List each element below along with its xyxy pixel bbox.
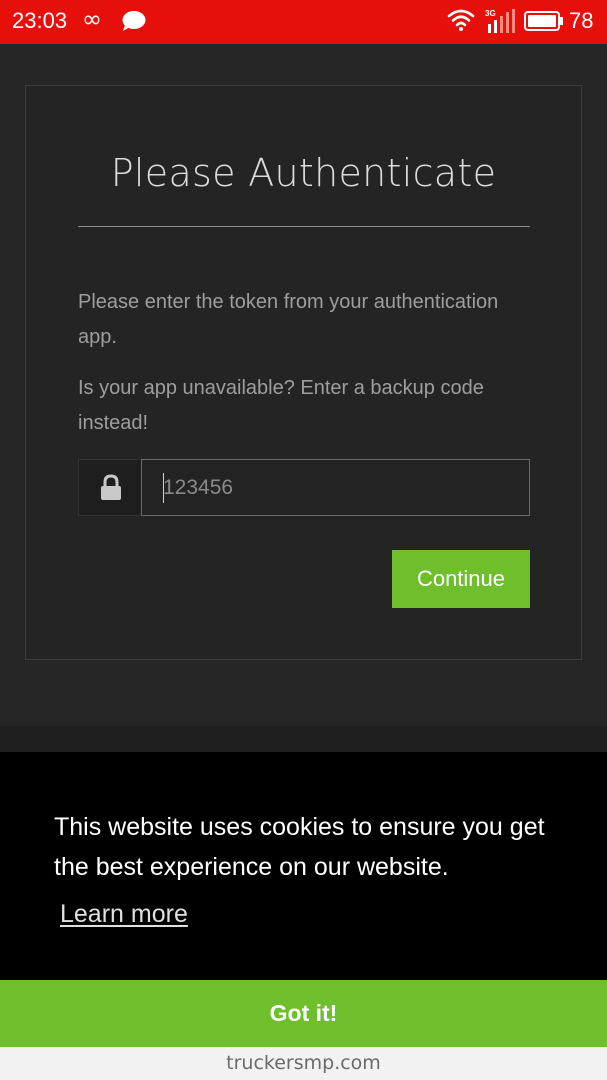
status-bar: 23:03 ∞ 3G 78 [0, 0, 607, 44]
learn-more-link[interactable]: Learn more [60, 894, 188, 934]
token-input[interactable] [141, 459, 530, 516]
continue-button[interactable]: Continue [392, 550, 530, 608]
browser-url-bar[interactable]: truckersmp.com [0, 1047, 607, 1080]
page-title: Please Authenticate [110, 151, 497, 195]
chat-bubble-icon [122, 11, 146, 31]
text-caret [163, 473, 164, 503]
wifi-icon [447, 9, 475, 31]
title-divider [78, 226, 530, 227]
auth-instructions: Please enter the token from your authent… [78, 291, 499, 348]
infinity-icon: ∞ [82, 5, 102, 33]
signal-icon: 3G [485, 8, 519, 34]
token-input-group [78, 459, 530, 516]
status-time: 23:03 [12, 8, 68, 33]
token-input-addon [78, 459, 142, 516]
cookie-accept-button[interactable]: Got it! [0, 980, 607, 1047]
lock-icon [101, 474, 121, 500]
cookie-message: This website uses cookies to ensure you … [54, 813, 545, 881]
backup-code-hint: Is your app unavailable? Enter a backup … [78, 377, 484, 434]
battery-percentage: 78 [569, 8, 594, 33]
battery-icon [524, 11, 563, 31]
